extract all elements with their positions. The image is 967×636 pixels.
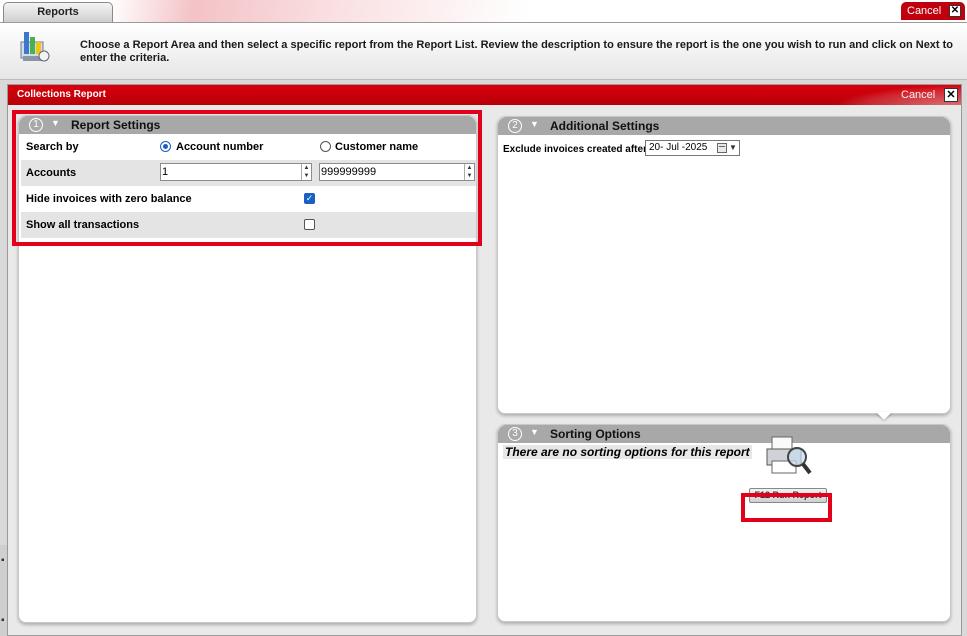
sorting-options-header[interactable]: 3 ▼ Sorting Options	[498, 425, 950, 443]
window-close-icon[interactable]: ✕	[944, 88, 958, 102]
left-edge-strip: ▪ ▪	[0, 545, 7, 636]
additional-settings-panel: 2 ▼ Additional Settings Exclude invoices…	[497, 116, 951, 414]
top-cancel-label: Cancel	[907, 5, 942, 17]
panel-pointer	[876, 412, 892, 420]
edge-mark: ▪	[1, 555, 5, 566]
panel-title: Additional Settings	[550, 119, 660, 133]
window-cancel-button[interactable]: Cancel	[901, 89, 935, 101]
exclude-date-value: 20- Jul -2025	[649, 142, 708, 153]
collapse-triangle-icon[interactable]: ▼	[530, 119, 539, 129]
chevron-down-icon[interactable]: ▼	[729, 143, 737, 152]
sorting-options-panel: 3 ▼ Sorting Options There are no sorting…	[497, 424, 951, 622]
top-tab-bar: Reports Cancel ✕	[0, 0, 967, 22]
run-report-highlight	[741, 493, 832, 522]
top-cancel-button[interactable]: Cancel ✕	[901, 2, 965, 20]
tab-reports[interactable]: Reports	[3, 2, 113, 22]
header-decoration	[110, 0, 530, 22]
no-sorting-message: There are no sorting options for this re…	[503, 445, 752, 459]
instruction-band: Choose a Report Area and then select a s…	[0, 22, 967, 80]
additional-settings-header[interactable]: 2 ▼ Additional Settings	[498, 117, 950, 135]
collapse-triangle-icon[interactable]: ▼	[530, 427, 539, 437]
window-title-bar: Collections Report Cancel ✕	[8, 85, 961, 105]
calendar-icon[interactable]	[717, 143, 727, 153]
collections-report-window: Collections Report Cancel ✕ 1 ▼ Report S…	[7, 84, 962, 636]
printer-preview-icon[interactable]	[764, 433, 814, 479]
edge-mark: ▪	[1, 615, 5, 626]
instruction-text: Choose a Report Area and then select a s…	[80, 39, 954, 64]
step-number: 3	[508, 427, 522, 441]
panel-title: Sorting Options	[550, 427, 641, 441]
title-decoration	[831, 85, 961, 105]
exclude-date-picker[interactable]: 20- Jul -2025 ▼	[645, 140, 740, 156]
exclude-invoices-label: Exclude invoices created after	[503, 144, 647, 155]
step-number: 2	[508, 119, 522, 133]
close-icon[interactable]: ✕	[949, 5, 961, 17]
reports-chart-icon	[20, 32, 50, 62]
window-title: Collections Report	[17, 89, 106, 100]
report-settings-highlight	[12, 110, 482, 246]
